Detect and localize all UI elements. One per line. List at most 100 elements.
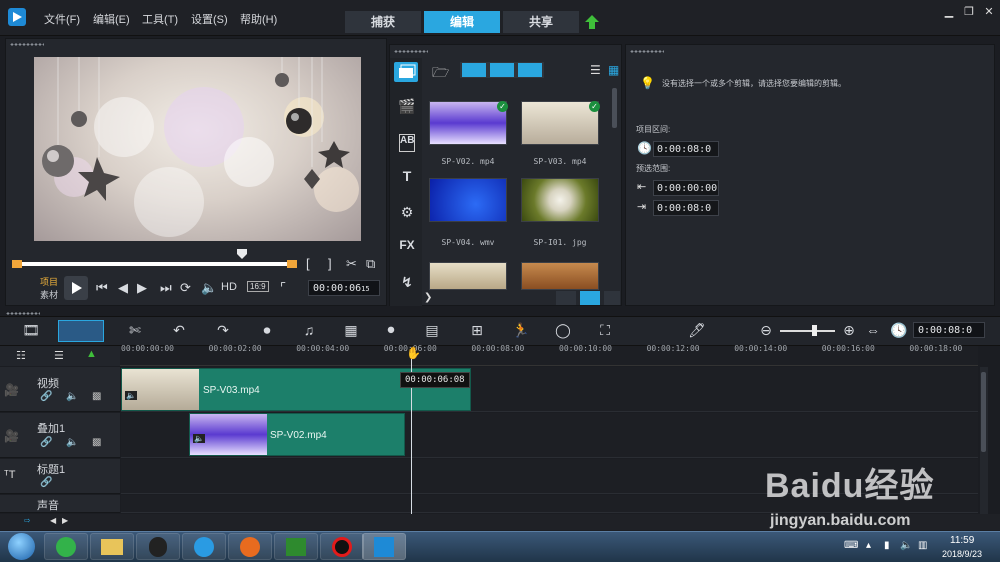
panel-grip[interactable] — [10, 43, 44, 46]
keyboard-icon[interactable]: ⌨ — [844, 540, 858, 551]
zoom-slider[interactable] — [780, 330, 835, 332]
multi-camera-icon[interactable]: ⊞ — [466, 322, 488, 339]
trim-end-handle[interactable] — [287, 260, 297, 268]
scrubber-track[interactable] — [15, 262, 295, 266]
upload-arrow-icon[interactable] — [584, 14, 600, 30]
audio-mixer-icon[interactable]: ♫ — [298, 322, 320, 338]
folder-icon[interactable]: 🗁 — [432, 62, 449, 86]
storyboard-view-icon[interactable]: 🎞 — [20, 322, 42, 339]
library-footer-button[interactable] — [604, 291, 620, 305]
library-footer-button[interactable] — [556, 291, 576, 305]
library-thumb-1[interactable] — [429, 101, 507, 145]
library-footer-button[interactable] — [580, 291, 600, 305]
tools-icon[interactable]: ✄ — [124, 322, 146, 339]
show-videos-button[interactable] — [462, 63, 486, 77]
zoom-slider-thumb[interactable] — [812, 325, 817, 336]
zoom-out-icon[interactable]: ⊖ — [755, 322, 777, 339]
smart-package-icon[interactable]: 🖊 — [686, 322, 708, 339]
mute-icon[interactable]: 🔈 — [66, 391, 78, 402]
undo-icon[interactable]: ↶ — [168, 322, 190, 339]
speaker-icon[interactable]: 🔈 — [900, 540, 912, 551]
panel-grip[interactable] — [630, 50, 664, 53]
mark-in-button[interactable]: [ — [306, 256, 310, 271]
scrubber-handle[interactable] — [236, 248, 248, 260]
taskbar-app[interactable] — [274, 533, 318, 560]
ripple-icon[interactable]: ▩ — [92, 437, 101, 448]
track-manager-icon[interactable]: ☷ — [16, 349, 26, 362]
go-to-end-icon[interactable]: ⏭ — [160, 280, 172, 296]
taskbar-app-active[interactable] — [362, 533, 406, 560]
close-icon[interactable]: ✕ — [983, 6, 995, 18]
link-icon[interactable]: 🔗 — [40, 391, 52, 402]
ripple-icon[interactable]: ▩ — [92, 391, 101, 402]
show-audio-button[interactable] — [518, 63, 542, 77]
trim-start-handle[interactable] — [12, 260, 22, 268]
restore-icon[interactable]: ❐ — [963, 6, 975, 18]
range-start-field[interactable]: 0:00:00:00 — [653, 180, 719, 196]
project-mode-label[interactable]: 项目 — [40, 275, 58, 288]
taskbar-app[interactable] — [136, 533, 180, 560]
scroll-right-icon[interactable]: ▶ — [62, 516, 68, 525]
clip-mode-label[interactable]: 素材 — [40, 288, 58, 301]
filter-button[interactable]: FX — [397, 238, 417, 256]
clock-date[interactable]: 2018/9/23 — [942, 549, 982, 559]
timeline-duration[interactable]: 0:00:08:0 — [913, 322, 985, 338]
title-button[interactable]: T — [397, 168, 417, 186]
motion-tracking-icon[interactable]: ⚫ — [380, 322, 402, 339]
aspect-ratio-button[interactable]: 16:9 — [247, 281, 269, 292]
taskbar-app[interactable] — [228, 533, 272, 560]
previous-frame-icon[interactable]: ◀ — [118, 280, 128, 296]
play-button[interactable] — [64, 276, 88, 300]
split-clip-icon[interactable]: ✂ — [346, 256, 357, 272]
timeline-vscroll-thumb[interactable] — [981, 372, 986, 452]
taskbar-app[interactable] — [44, 533, 88, 560]
volume-icon[interactable]: 🔈 — [201, 280, 217, 296]
tray-arrow-icon[interactable]: ▴ — [866, 540, 871, 551]
add-track-icon[interactable]: ▲ — [86, 348, 97, 360]
menu-edit[interactable]: 编辑(E) — [93, 11, 130, 27]
taskbar-app[interactable] — [182, 533, 226, 560]
battery-icon[interactable]: ▮ — [884, 540, 890, 551]
media-library-button[interactable] — [394, 62, 418, 82]
hd-toggle[interactable]: HD — [221, 281, 237, 293]
grid-view-icon[interactable]: ▦ — [608, 63, 619, 77]
library-thumb-5[interactable] — [429, 262, 507, 290]
track-scroll-icon[interactable]: ⇨ — [24, 516, 31, 525]
tab-share[interactable]: 共享 — [503, 11, 579, 33]
graphics-icon[interactable]: ⚙ — [397, 204, 417, 222]
collapse-library-icon[interactable]: ❯ — [424, 292, 432, 303]
fit-project-icon[interactable]: ⇔ — [862, 322, 884, 338]
instant-project-icon[interactable]: 🎬 — [397, 98, 417, 116]
auto-music-icon[interactable]: ▦ — [340, 322, 362, 339]
network-icon[interactable]: ▥ — [918, 540, 927, 551]
library-thumb-3[interactable] — [429, 178, 507, 222]
timeline-view-button[interactable] — [58, 320, 104, 342]
scroll-left-icon[interactable]: ◀ — [50, 516, 56, 525]
library-thumb-6[interactable] — [521, 262, 599, 290]
motion-path-icon[interactable]: ↯ — [397, 274, 417, 292]
go-to-start-icon[interactable]: ⏮ — [96, 280, 108, 296]
resize-icon[interactable]: ⧉ — [366, 256, 375, 272]
redo-icon[interactable]: ↷ — [212, 322, 234, 339]
crop-icon[interactable]: ⌜ — [280, 280, 286, 296]
player-timecode[interactable]: 00:00:0615 — [308, 280, 380, 296]
subtitle-editor-icon[interactable]: ▤ — [421, 322, 443, 339]
show-photos-button[interactable] — [490, 63, 514, 77]
link-icon[interactable]: 🔗 — [40, 437, 52, 448]
tab-edit[interactable]: 编辑 — [424, 11, 500, 33]
project-duration-field[interactable]: 0:00:08:0 — [653, 141, 719, 157]
mask-creator-icon[interactable]: ◯ — [552, 322, 574, 339]
pan-zoom-icon[interactable]: ⛶ — [594, 322, 616, 339]
transition-button[interactable]: AB — [399, 134, 415, 152]
link-icon[interactable]: 🔗 — [40, 477, 52, 488]
time-remap-icon[interactable]: 🏃 — [510, 322, 532, 339]
tab-capture[interactable]: 捕获 — [345, 11, 421, 33]
zoom-in-icon[interactable]: ⊕ — [838, 322, 860, 339]
range-end-field[interactable]: 0:00:08:0 — [653, 200, 719, 216]
record-capture-icon[interactable]: ⏺ — [256, 322, 278, 339]
minimize-icon[interactable]: ▁ — [943, 6, 955, 18]
repeat-icon[interactable]: ⟳ — [180, 280, 191, 296]
next-frame-icon[interactable]: ▶ — [137, 280, 147, 296]
taskbar-app[interactable] — [320, 533, 364, 560]
start-button[interactable] — [8, 533, 35, 560]
